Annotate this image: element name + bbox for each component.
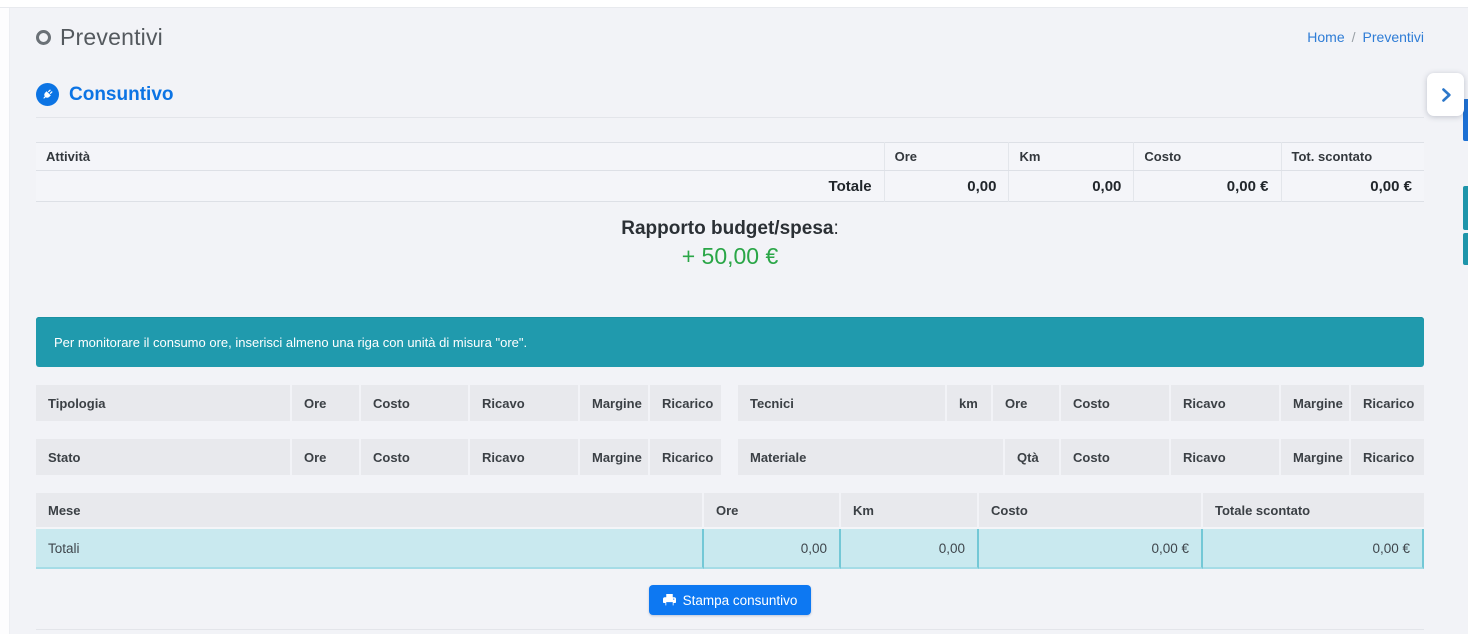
- section-title: Consuntivo: [69, 84, 174, 106]
- budget-ratio-colon: :: [833, 218, 838, 239]
- breadcrumb: Home / Preventivi: [1307, 29, 1424, 45]
- tecnici-col-km: km: [947, 385, 993, 421]
- materiale-col-qta: Qtà: [1005, 439, 1061, 475]
- month-header-row: Mese Ore Km Costo Totale scontato: [36, 493, 1424, 529]
- tecnici-col-ricarico: Ricarico: [1351, 385, 1424, 421]
- summary-total-ore: 0,00: [884, 171, 1009, 202]
- month-col-ore: Ore: [704, 493, 841, 529]
- bottom-divider: [36, 629, 1424, 630]
- tipologia-col-tipologia: Tipologia: [36, 385, 292, 421]
- app-window: Preventivi Home / Preventivi Con: [0, 0, 1468, 634]
- month-totals-row: Totali 0,00 0,00 0,00 € 0,00 €: [36, 529, 1424, 569]
- materiale-col-ricavo: Ricavo: [1171, 439, 1281, 475]
- tipologia-table: Tipologia Ore Costo Ricavo Margine Ricar…: [36, 385, 721, 421]
- stato-col-ricarico: Ricarico: [650, 439, 721, 475]
- materiale-table: Materiale Qtà Costo Ricavo Margine Ricar…: [738, 439, 1424, 475]
- main-content: Preventivi Home / Preventivi Con: [36, 0, 1424, 630]
- month-totals-label: Totali: [36, 529, 704, 569]
- tecnici-table: Tecnici km Ore Costo Ricavo Margine Rica…: [738, 385, 1424, 421]
- stato-col-margine: Margine: [580, 439, 650, 475]
- edge-tab-teal-1[interactable]: [1463, 186, 1468, 230]
- summary-col-costo: Costo: [1134, 143, 1281, 171]
- breakdown-grid: Tipologia Ore Costo Ricavo Margine Ricar…: [36, 385, 1424, 475]
- month-col-km: Km: [841, 493, 979, 529]
- tecnici-col-tecnici: Tecnici: [738, 385, 947, 421]
- budget-ratio-value: + 50,00 €: [36, 243, 1424, 270]
- breadcrumb-home-link[interactable]: Home: [1307, 29, 1344, 45]
- tipologia-col-margine: Margine: [580, 385, 650, 421]
- page-title-wrap: Preventivi: [36, 24, 163, 51]
- expand-panel-button[interactable]: [1427, 73, 1464, 116]
- summary-col-tot-scontato: Tot. scontato: [1281, 143, 1424, 171]
- actions-bar: Stampa consuntivo: [36, 585, 1424, 615]
- page-title: Preventivi: [60, 24, 163, 51]
- summary-total-km: 0,00: [1009, 171, 1134, 202]
- summary-total-label: Totale: [36, 171, 884, 202]
- consuntivo-summary-table: Attività Ore Km Costo Tot. scontato Tota…: [36, 142, 1424, 202]
- month-totals-totale-scontato: 0,00 €: [1203, 529, 1424, 569]
- stato-col-stato: Stato: [36, 439, 292, 475]
- stato-col-ore: Ore: [292, 439, 361, 475]
- breadcrumb-current-link[interactable]: Preventivi: [1363, 29, 1424, 45]
- tipologia-col-ricavo: Ricavo: [470, 385, 580, 421]
- tecnici-col-costo: Costo: [1061, 385, 1171, 421]
- materiale-col-costo: Costo: [1061, 439, 1171, 475]
- edge-tab-teal-2[interactable]: [1463, 233, 1468, 265]
- tecnici-col-ricavo: Ricavo: [1171, 385, 1281, 421]
- tipologia-col-ore: Ore: [292, 385, 361, 421]
- print-button-label: Stampa consuntivo: [683, 593, 798, 608]
- materiale-col-ricarico: Ricarico: [1351, 439, 1424, 475]
- consuntivo-section-header: Consuntivo: [36, 83, 1424, 118]
- stato-table: Stato Ore Costo Ricavo Margine Ricarico: [36, 439, 721, 475]
- chevron-right-icon: [1436, 85, 1456, 105]
- summary-total-row: Totale 0,00 0,00 0,00 € 0,00 €: [36, 171, 1424, 202]
- month-col-costo: Costo: [979, 493, 1203, 529]
- budget-ratio-label: Rapporto budget/spesa:: [36, 218, 1424, 240]
- tecnici-col-margine: Margine: [1281, 385, 1351, 421]
- summary-total-tot-scontato: 0,00 €: [1281, 171, 1424, 202]
- summary-col-attivita: Attività: [36, 143, 884, 171]
- materiale-col-materiale: Materiale: [738, 439, 1005, 475]
- info-banner: Per monitorare il consumo ore, inserisci…: [36, 317, 1424, 367]
- plug-icon: [36, 83, 59, 106]
- month-totals-costo: 0,00 €: [979, 529, 1203, 569]
- stato-col-ricavo: Ricavo: [470, 439, 580, 475]
- left-edge: [0, 0, 10, 634]
- summary-col-km: Km: [1009, 143, 1134, 171]
- top-bar: [0, 0, 1468, 8]
- tipologia-col-costo: Costo: [361, 385, 470, 421]
- circle-outline-icon: [36, 30, 51, 45]
- print-consuntivo-button[interactable]: Stampa consuntivo: [649, 585, 812, 615]
- budget-ratio: Rapporto budget/spesa: + 50,00 €: [36, 218, 1424, 270]
- stato-col-costo: Costo: [361, 439, 470, 475]
- month-totals-ore: 0,00: [704, 529, 841, 569]
- tecnici-col-ore: Ore: [993, 385, 1061, 421]
- month-col-mese: Mese: [36, 493, 704, 529]
- materiale-col-margine: Margine: [1281, 439, 1351, 475]
- budget-ratio-label-text: Rapporto budget/spesa: [621, 218, 833, 239]
- tipologia-col-ricarico: Ricarico: [650, 385, 721, 421]
- printer-icon: [663, 594, 676, 607]
- page-header: Preventivi Home / Preventivi: [36, 22, 1424, 52]
- month-col-totale-scontato: Totale scontato: [1203, 493, 1424, 529]
- summary-header-row: Attività Ore Km Costo Tot. scontato: [36, 143, 1424, 171]
- month-table: Mese Ore Km Costo Totale scontato Totali…: [36, 493, 1424, 569]
- info-banner-text: Per monitorare il consumo ore, inserisci…: [54, 335, 527, 350]
- summary-total-costo: 0,00 €: [1134, 171, 1281, 202]
- breadcrumb-separator: /: [1352, 29, 1356, 45]
- summary-col-ore: Ore: [884, 143, 1009, 171]
- month-totals-km: 0,00: [841, 529, 979, 569]
